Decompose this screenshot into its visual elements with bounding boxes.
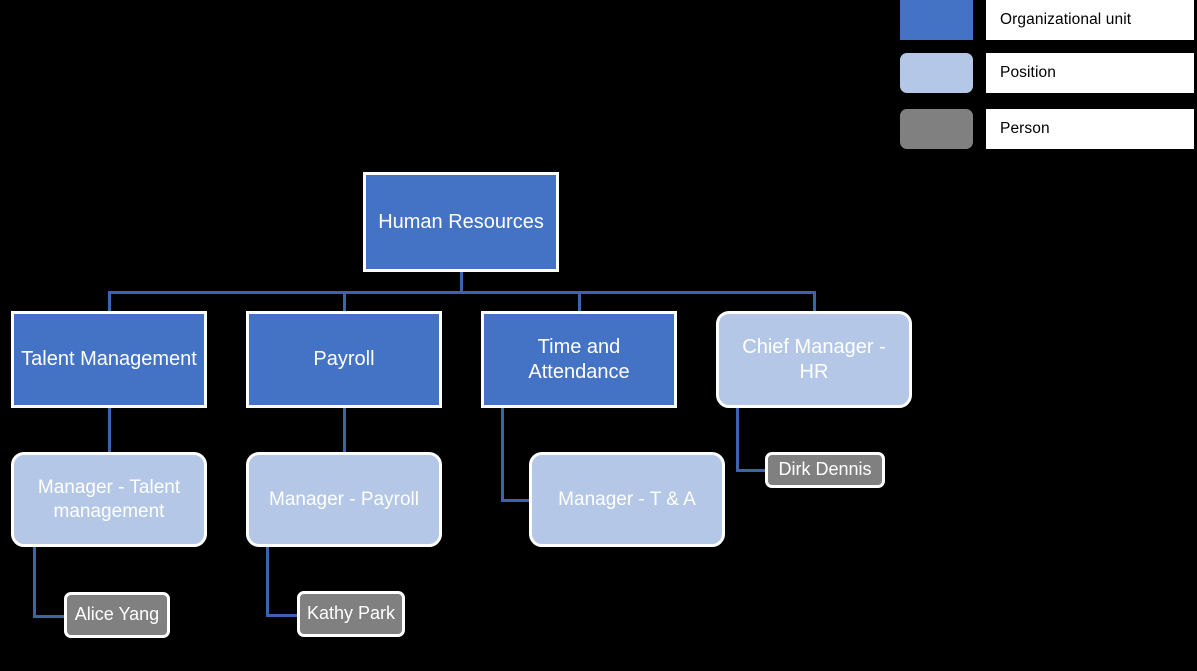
node-label-chief-manager-hr: Chief Manager - HR xyxy=(742,336,886,383)
node-talent-management[interactable]: Talent Management xyxy=(11,311,207,408)
connector-bus-to-chief xyxy=(813,291,816,313)
node-label-payroll: Payroll xyxy=(313,348,375,371)
node-manager-t-and-a[interactable]: Manager - T & A xyxy=(529,452,725,547)
connector-bus-to-time xyxy=(578,291,581,313)
node-chief-manager-hr[interactable]: Chief Manager - HR xyxy=(716,311,912,408)
org-chart-canvas: Organizational unit Position Person Huma… xyxy=(0,0,1197,671)
legend-swatch-person xyxy=(900,109,973,149)
node-human-resources[interactable]: Human Resources xyxy=(363,172,559,272)
node-label-manager-talent-management: Manager - Talent management xyxy=(37,477,181,522)
connector-payroll-to-manager xyxy=(343,408,346,453)
node-label-manager-payroll: Manager - Payroll xyxy=(269,488,419,510)
node-time-and-attendance[interactable]: Time and Attendance xyxy=(481,311,677,408)
connector-bus-to-payroll xyxy=(343,291,346,313)
connector-manager-payroll-to-kathy-vertical xyxy=(266,546,269,617)
node-label-manager-t-and-a: Manager - T & A xyxy=(558,488,696,510)
node-payroll[interactable]: Payroll xyxy=(246,311,442,408)
node-manager-payroll[interactable]: Manager - Payroll xyxy=(246,452,442,547)
node-person-alice-yang[interactable]: Alice Yang xyxy=(64,592,170,638)
legend-label-box-person: Person xyxy=(986,109,1194,149)
legend-label-organizational-unit: Organizational unit xyxy=(1000,11,1132,28)
node-person-kathy-park[interactable]: Kathy Park xyxy=(297,591,405,637)
legend-label-position: Position xyxy=(1000,64,1056,81)
node-label-human-resources: Human Resources xyxy=(378,210,544,233)
legend-swatch-position xyxy=(900,53,973,93)
connector-root-stem xyxy=(460,271,463,293)
legend-label-box-position: Position xyxy=(986,53,1194,93)
node-label-time-and-attendance: Time and Attendance xyxy=(528,336,630,383)
node-person-dirk-dennis[interactable]: Dirk Dennis xyxy=(765,452,885,488)
connector-root-bus xyxy=(108,291,816,294)
connector-chief-to-dirk-vertical xyxy=(736,408,739,472)
node-label-alice-yang: Alice Yang xyxy=(74,604,160,625)
node-manager-talent-management[interactable]: Manager - Talent management xyxy=(11,452,207,547)
legend-swatch-organizational-unit xyxy=(900,0,973,40)
node-label-dirk-dennis: Dirk Dennis xyxy=(778,459,872,480)
node-label-kathy-park: Kathy Park xyxy=(306,603,396,624)
connector-bus-to-talent xyxy=(108,291,111,313)
legend-label-box-organizational-unit: Organizational unit xyxy=(986,0,1194,40)
connector-time-to-manager-vertical xyxy=(501,408,504,502)
node-label-talent-management: Talent Management xyxy=(21,348,197,371)
legend-label-person: Person xyxy=(1000,120,1050,137)
connector-manager-talent-to-alice-vertical xyxy=(33,546,36,618)
connector-talent-to-manager xyxy=(108,408,111,453)
